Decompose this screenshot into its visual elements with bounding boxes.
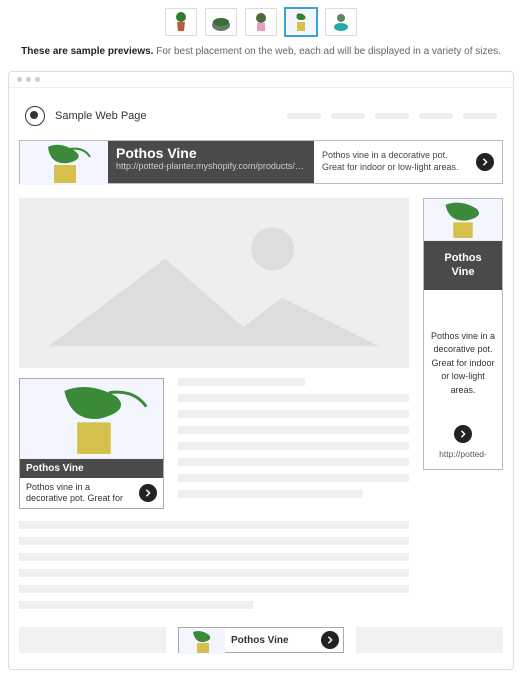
thumb-5[interactable] (325, 8, 357, 36)
chevron-right-icon (481, 158, 489, 166)
thumb-3[interactable] (245, 8, 277, 36)
ad-title: Pothos Vine (20, 459, 163, 478)
text-placeholder (19, 521, 409, 609)
ad-desc: Pothos vine in a decorative pot. Great f… (424, 290, 502, 426)
ad-url: http://potted- (439, 449, 487, 459)
footer-placeholder (19, 627, 166, 653)
page-header: Sample Web Page (9, 88, 513, 140)
thumb-2[interactable] (205, 8, 237, 36)
browser-window: Sample Web Page Pothos Vine http://potte… (8, 71, 514, 670)
ad-url: http://potted-planter.myshopify.com/prod… (116, 161, 306, 171)
thumb-1[interactable] (165, 8, 197, 36)
text-placeholder (178, 378, 409, 509)
note-rest: For best placement on the web, each ad w… (153, 46, 500, 57)
ad-medium-rect: Pothos Vine Pothos vine in a decorative … (19, 378, 164, 509)
ad-arrow-button[interactable] (139, 484, 157, 502)
chevron-right-icon (144, 489, 152, 497)
ad-arrow-button[interactable] (454, 425, 472, 443)
ad-desc: Pothos vine in a decorative pot. Great f… (26, 482, 133, 504)
ad-title: Pothos Vine (424, 241, 502, 290)
ad-title-block: Pothos Vine http://potted-planter.myshop… (108, 141, 314, 183)
ad-desc: Pothos vine in a decorative pot. Great f… (322, 150, 468, 173)
thumb-4[interactable] (285, 8, 317, 36)
ad-arrow-button[interactable] (476, 153, 494, 171)
preview-note: These are sample previews. For best plac… (8, 46, 514, 57)
ad-image (424, 199, 502, 241)
window-titlebar (9, 72, 513, 88)
chevron-right-icon (326, 636, 334, 644)
ad-image (179, 628, 225, 652)
ad-arrow-button[interactable] (321, 631, 339, 649)
ad-image (20, 141, 108, 183)
ad-image (20, 379, 163, 459)
ad-small-banner: Pothos Vine (178, 627, 344, 653)
note-strong: These are sample previews. (21, 46, 153, 57)
footer-placeholder (356, 627, 503, 653)
hero-placeholder (19, 198, 409, 368)
chevron-right-icon (459, 430, 467, 438)
ad-leaderboard: Pothos Vine http://potted-planter.myshop… (19, 140, 503, 184)
ad-title: Pothos Vine (116, 145, 306, 161)
ad-skyscraper: Pothos Vine Pothos vine in a decorative … (423, 198, 503, 470)
ad-desc-block: Pothos vine in a decorative pot. Great f… (314, 141, 502, 183)
thumbnail-row (8, 8, 514, 36)
page-title: Sample Web Page (55, 110, 147, 122)
ad-title: Pothos Vine (225, 635, 321, 646)
nav-placeholder (287, 113, 497, 119)
mailchimp-logo-icon (25, 106, 45, 126)
